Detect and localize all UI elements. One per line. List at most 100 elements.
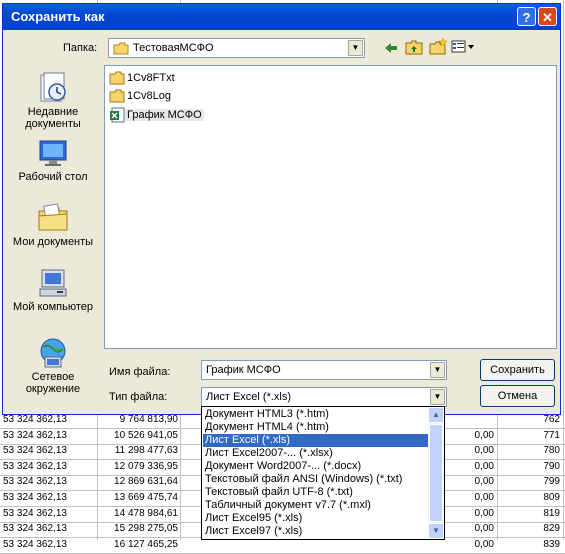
dropdown-option[interactable]: Текстовый файл UTF-8 (*.txt) [203, 486, 429, 499]
chevron-down-icon[interactable]: ▼ [430, 389, 445, 405]
table-cell: 53 324 362,13 [3, 523, 67, 535]
file-name: 1Cv8Log [127, 90, 172, 102]
place-network[interactable]: Сетевое окружение [9, 337, 97, 395]
filetype-dropdown-list[interactable]: Документ HTML3 (*.htm) Документ HTML4 (*.… [201, 406, 445, 540]
table-cell: 0,00 [474, 507, 494, 519]
dropdown-option[interactable]: Лист Excel (*.xls) [203, 434, 429, 447]
excel-file-icon [110, 107, 125, 123]
filetype-label: Тип файла: [109, 391, 168, 403]
table-cell: 0,00 [474, 538, 494, 550]
folder-icon [109, 89, 125, 103]
place-my-computer[interactable]: Мой компьютер [9, 267, 97, 313]
recent-documents-icon [40, 72, 66, 102]
dropdown-option[interactable]: Лист Excel2007-... (*.xlsx) [203, 447, 429, 460]
file-list-item[interactable]: 1Cv8FTxt [109, 71, 177, 87]
table-cell: 53 324 362,13 [3, 507, 67, 519]
view-menu-icon[interactable] [451, 40, 475, 54]
table-cell: 12 079 336,95 [114, 460, 178, 472]
table-cell: 819 [543, 507, 560, 519]
dropdown-option[interactable]: Документ HTML3 (*.htm) [203, 408, 429, 421]
filetype-value: Лист Excel (*.xls) [206, 391, 292, 403]
file-list-item[interactable]: 1Cv8Log [109, 89, 173, 105]
table-cell: 53 324 362,13 [3, 492, 67, 503]
folder-icon [113, 42, 129, 55]
my-computer-icon [39, 269, 67, 297]
table-cell: 53 324 362,13 [3, 476, 67, 488]
file-list[interactable]: 1Cv8FTxt 1Cv8Log График МСФО [104, 65, 557, 349]
close-icon: ✕ [542, 10, 553, 25]
places-bar: Недавние документы Рабочий стол Мои докуме… [9, 62, 97, 395]
table-cell: 0,00 [474, 429, 494, 441]
place-label: Мой компьютер [12, 301, 94, 313]
table-cell: 15 298 275,05 [114, 523, 178, 535]
place-desktop[interactable]: Рабочий стол [9, 137, 97, 183]
table-cell: 12 869 631,64 [114, 476, 178, 488]
help-button[interactable]: ? [517, 7, 536, 26]
dropdown-option[interactable]: Лист Excel95 (*.xls) [203, 512, 429, 525]
save-button[interactable]: Сохранить [480, 359, 555, 381]
table-cell: 790 [543, 460, 560, 472]
dropdown-option[interactable]: Табличный документ v7.7 (*.mxl) [203, 499, 429, 512]
table-cell: 829 [543, 523, 560, 535]
scroll-down-icon[interactable]: ▼ [428, 523, 444, 539]
table-cell: 53 324 362,13 [3, 460, 67, 472]
table-cell: 53 324 362,13 [3, 414, 67, 425]
scroll-thumb[interactable] [429, 424, 443, 522]
desktop-icon [39, 140, 67, 166]
help-icon: ? [522, 10, 531, 25]
title-bar: Сохранить как ? ✕ [3, 4, 560, 30]
filetype-select[interactable]: Лист Excel (*.xls) ▼ [201, 387, 447, 407]
filename-label: Имя файла: [109, 366, 171, 378]
dropdown-option[interactable]: Текстовый файл ANSI (Windows) (*.txt) [203, 473, 429, 486]
chevron-down-icon[interactable]: ▼ [348, 40, 363, 56]
chevron-down-icon[interactable]: ▼ [430, 362, 445, 378]
cancel-button[interactable]: Отмена [480, 385, 555, 407]
table-cell: 14 478 984,61 [114, 507, 178, 519]
file-name: 1Cv8FTxt [127, 72, 175, 84]
table-cell: 53 324 362,13 [3, 445, 67, 457]
file-list-item[interactable]: График МСФО [109, 107, 204, 123]
filename-field[interactable]: График МСФО ▼ [201, 360, 447, 380]
table-cell: 839 [543, 538, 560, 550]
filename-value: График МСФО [206, 364, 281, 376]
place-label: Мои документы [12, 236, 94, 248]
table-cell: 0,00 [474, 460, 494, 472]
folder-combo[interactable]: ТестоваяМСФО ▼ [108, 38, 365, 58]
dropdown-scrollbar[interactable]: ▲ ▼ [428, 407, 444, 539]
table-cell: 10 526 941,05 [114, 429, 178, 441]
folder-icon [109, 71, 125, 85]
table-cell: 799 [543, 476, 560, 488]
up-folder-icon[interactable] [405, 39, 423, 55]
table-cell: 780 [543, 445, 560, 457]
table-cell: 9 764 813,90 [119, 414, 178, 425]
dropdown-option[interactable]: Лист Excel97 (*.xls) [203, 525, 429, 538]
dropdown-option[interactable]: Документ HTML4 (*.htm) [203, 421, 429, 434]
network-icon [40, 338, 66, 368]
folder-value: ТестоваяМСФО [133, 42, 214, 54]
my-documents-icon [38, 203, 68, 231]
table-cell: 0,00 [474, 523, 494, 535]
save-as-dialog: Сохранить как ? ✕ Папка: ТестоваяМСФО ▼ … [2, 3, 561, 415]
folder-label: Папка: [63, 42, 98, 54]
table-cell: 11 298 477,63 [114, 445, 178, 457]
file-name: График МСФО [125, 109, 204, 121]
place-label: Рабочий стол [18, 171, 88, 183]
back-arrow-icon[interactable] [384, 41, 398, 55]
table-cell: 809 [543, 492, 560, 503]
place-my-documents[interactable]: Мои документы [9, 202, 97, 248]
table-cell: 53 324 362,13 [3, 429, 67, 441]
table-cell: 0,00 [474, 476, 494, 488]
table-cell: 771 [543, 429, 560, 441]
close-button[interactable]: ✕ [538, 7, 557, 26]
table-cell: 0,00 [474, 492, 494, 503]
dialog-title: Сохранить как [11, 9, 105, 24]
new-folder-icon[interactable] [429, 38, 447, 55]
table-row: 53 324 362,13 16 127 465,25 0,00 839 [0, 538, 565, 554]
place-label: Сетевое окружение [25, 371, 81, 395]
scroll-up-icon[interactable]: ▲ [428, 407, 444, 423]
place-recent-documents[interactable]: Недавние документы [9, 72, 97, 130]
table-cell: 0,00 [474, 445, 494, 457]
place-label: Недавние документы [25, 106, 81, 130]
dropdown-option[interactable]: Документ Word2007-... (*.docx) [203, 460, 429, 473]
table-cell: 13 669 475,74 [114, 492, 178, 503]
